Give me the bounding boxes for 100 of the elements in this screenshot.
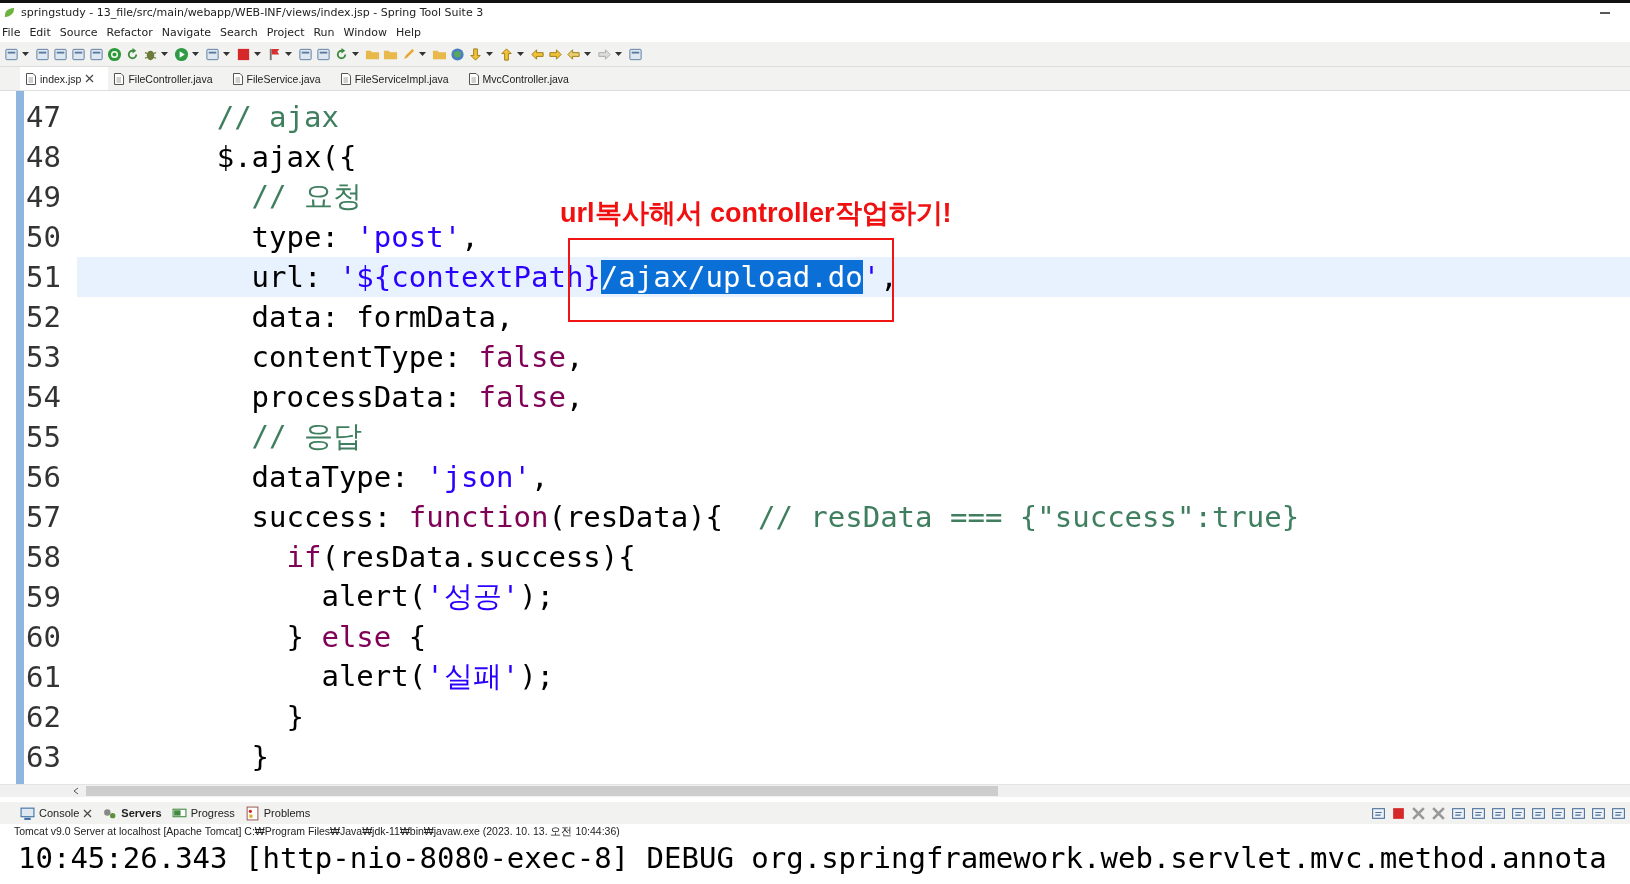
globe-icon[interactable] — [450, 46, 465, 62]
menu-item[interactable]: Help — [395, 24, 428, 40]
console-line: 10:45:26.343 [http-nio-8080-exec-8] DEBUG org.springframework.web.servlet.mvc.method.annota — [18, 840, 1608, 876]
dropdown-arrow-icon[interactable] — [517, 51, 524, 57]
panel-tab[interactable]: Servers — [102, 805, 162, 821]
scroll-left-icon[interactable] — [72, 787, 80, 795]
line-number: 47 — [25, 100, 62, 134]
code-line: } else { — [285, 620, 427, 654]
line-number: 49 — [25, 180, 62, 214]
dropdown-arrow-icon[interactable] — [285, 51, 292, 57]
line-number: 63 — [25, 740, 62, 774]
file-icon — [468, 72, 479, 85]
dropdown-arrow-icon[interactable] — [254, 51, 261, 57]
arrow-right-icon[interactable] — [548, 46, 563, 62]
code-line: dataType: 'json', — [250, 460, 549, 494]
editor-tab[interactable]: FileServiceImpl.java — [334, 67, 463, 90]
panel-tab[interactable]: Progress — [171, 805, 235, 821]
run-icon[interactable] — [174, 46, 189, 62]
code-line: // ajax — [215, 100, 339, 134]
line-number: 56 — [25, 460, 62, 494]
menu-item[interactable]: Run — [313, 24, 342, 40]
power-icon[interactable] — [107, 46, 122, 62]
leaf-icon — [2, 5, 17, 20]
annotation-text: url복사해서 controller작업하기! — [560, 197, 952, 230]
line-number: 50 — [25, 220, 62, 254]
code-line: success: function(resData){ // resData === {"success":true} — [250, 500, 1300, 534]
dropdown-arrow-icon[interactable] — [584, 51, 591, 57]
tab-label: Progress — [190, 807, 235, 819]
code-line: } — [285, 700, 304, 734]
arrow-left-icon[interactable] — [530, 46, 545, 62]
flag-icon[interactable] — [267, 46, 282, 62]
window-title: springstudy - 13_file/src/main/webapp/WEB-INF/views/index.jsp - Spring Tool Suite 3 — [21, 6, 484, 19]
code-line: // 요청 — [250, 178, 362, 215]
line-number: 60 — [25, 620, 62, 654]
tab-label: FileService.java — [246, 72, 321, 85]
scrollbar-thumb[interactable] — [86, 786, 998, 796]
tab-label: FileController.java — [128, 72, 213, 85]
close-icon[interactable] — [83, 808, 93, 818]
line-number: 57 — [25, 500, 62, 534]
editor-tab[interactable]: MvcController.java — [462, 67, 583, 90]
line-number: 62 — [25, 700, 62, 734]
refresh-icon[interactable] — [125, 46, 140, 62]
line-number: 61 — [25, 660, 62, 694]
tab-label: Problems — [263, 807, 311, 819]
code-line: // 응답 — [250, 418, 362, 455]
menu-item[interactable]: Navigate — [161, 24, 218, 40]
menu-item[interactable]: Project — [266, 24, 312, 40]
code-line: type: 'post', — [250, 220, 479, 254]
panel-tab[interactable]: Console — [20, 805, 93, 821]
close-icon[interactable] — [85, 74, 95, 83]
menu-item[interactable]: File — [2, 24, 28, 40]
code-line: alert('성공'); — [320, 578, 555, 615]
file-icon — [114, 72, 125, 85]
editor-tab[interactable]: FileService.java — [226, 67, 335, 90]
stop-icon[interactable] — [1391, 805, 1406, 821]
code-line: processData: false, — [250, 380, 584, 414]
window-icon[interactable] — [1551, 805, 1566, 821]
menu-item[interactable]: Window — [343, 24, 394, 40]
menu-item[interactable]: Source — [59, 24, 105, 40]
line-number: 54 — [25, 380, 62, 414]
window-icon[interactable] — [1591, 805, 1606, 821]
warning-list-icon — [244, 805, 260, 821]
tab-label: index.jsp — [40, 72, 82, 85]
cycle-icon[interactable] — [334, 46, 349, 62]
dropdown-arrow-icon[interactable] — [161, 51, 168, 57]
file-icon — [232, 72, 243, 85]
code-line: } — [250, 740, 270, 774]
line-number: 59 — [25, 580, 62, 614]
close-all-icon[interactable] — [1431, 805, 1446, 821]
menu-item[interactable]: Search — [220, 24, 265, 40]
editor-tab[interactable]: FileController.java — [108, 67, 227, 90]
line-number: 52 — [25, 300, 62, 334]
code-line: data: formData, — [250, 300, 514, 334]
dropdown-arrow-icon[interactable] — [615, 51, 622, 57]
code-line: contentType: false, — [250, 340, 584, 374]
panel-tab[interactable]: Problems — [244, 805, 311, 821]
dropdown-arrow-icon[interactable] — [419, 51, 426, 57]
dropdown-arrow-icon[interactable] — [192, 51, 199, 57]
menu-item[interactable]: Edit — [29, 24, 58, 40]
code-line: alert('실패'); — [320, 658, 555, 695]
line-number: 55 — [25, 420, 62, 454]
dropdown-arrow-icon[interactable] — [486, 51, 493, 57]
tab-label: FileServiceImpl.java — [354, 72, 449, 85]
code-line: $.ajax({ — [215, 140, 357, 174]
code-line: if(resData.success){ — [285, 540, 636, 574]
window-icon[interactable] — [628, 46, 643, 62]
dropdown-arrow-icon[interactable] — [352, 51, 359, 57]
line-number: 58 — [25, 540, 62, 574]
file-icon — [26, 72, 36, 85]
dropdown-arrow-icon[interactable] — [22, 51, 29, 57]
stop-icon[interactable] — [236, 46, 251, 62]
line-number: 53 — [25, 340, 62, 374]
dropdown-arrow-icon[interactable] — [223, 51, 230, 57]
tab-label: MvcController.java — [482, 72, 569, 85]
line-number: 48 — [25, 140, 62, 174]
tab-label: Servers — [121, 807, 162, 819]
editor-tab[interactable]: index.jsp — [20, 67, 109, 90]
menu-item[interactable]: Refactor — [106, 24, 160, 40]
file-icon — [340, 72, 351, 85]
line-number: 51 — [25, 260, 62, 294]
